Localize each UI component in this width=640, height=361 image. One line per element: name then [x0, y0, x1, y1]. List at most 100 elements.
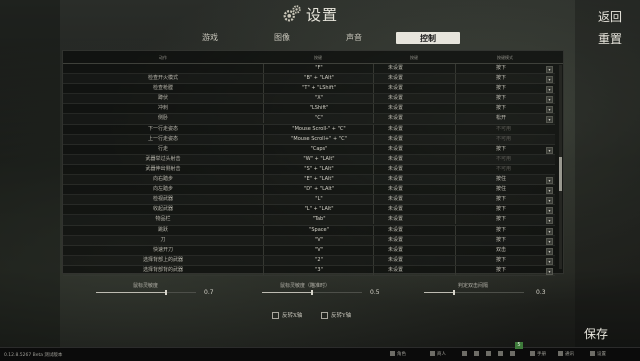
- primary-key-binding[interactable]: "C": [263, 114, 374, 124]
- primary-key-binding[interactable]: "3": [263, 265, 374, 275]
- table-row[interactable]: 检查枪膛 "T" + "LShift" 未设置 按下 ▾: [63, 84, 555, 95]
- dropdown-arrow-icon[interactable]: ▾: [546, 247, 553, 255]
- table-row[interactable]: 上一行走姿态 "Mouse Scroll+" + "C" 未设置 不可用: [63, 134, 555, 145]
- primary-key-binding[interactable]: "Tab": [263, 215, 374, 225]
- dropdown-arrow-icon[interactable]: ▾: [546, 207, 553, 215]
- table-row[interactable]: 下一行走姿态 "Mouse Scroll-" + "C" 未设置 不可用: [63, 124, 555, 135]
- key-mode-select[interactable]: 不可用: [455, 154, 555, 164]
- tab-graphics[interactable]: 图像: [252, 32, 312, 44]
- dropdown-arrow-icon[interactable]: ▾: [546, 66, 553, 73]
- secondary-key-binding[interactable]: 未设置: [373, 104, 455, 114]
- taskbar-settings[interactable]: 设置: [590, 351, 606, 358]
- slider-track[interactable]: [262, 290, 362, 295]
- table-row[interactable]: 物品栏 "Tab" 未设置 按下 ▾: [63, 215, 555, 226]
- table-row[interactable]: 武器伸出侧射击 "S" + "LAlt" 未设置 不可用: [63, 164, 555, 176]
- primary-key-binding[interactable]: "T" + "LShift": [263, 84, 374, 94]
- tab-sound[interactable]: 声音: [324, 32, 384, 44]
- secondary-key-binding[interactable]: 未设置: [373, 164, 455, 174]
- primary-key-binding[interactable]: "Caps": [263, 144, 374, 154]
- slider-track[interactable]: [96, 290, 196, 295]
- dropdown-arrow-icon[interactable]: ▾: [546, 116, 553, 124]
- secondary-key-binding[interactable]: 未设置: [373, 124, 455, 134]
- primary-key-binding[interactable]: "F": [263, 64, 374, 73]
- secondary-key-binding[interactable]: 未设置: [373, 175, 455, 185]
- key-mode-select[interactable]: 按下 ▾: [455, 104, 555, 114]
- primary-key-binding[interactable]: "L": [263, 195, 374, 205]
- taskbar-slot-5[interactable]: [486, 351, 493, 358]
- dropdown-arrow-icon[interactable]: ▾: [546, 267, 553, 275]
- dropdown-arrow-icon[interactable]: ▾: [546, 237, 553, 245]
- dropdown-arrow-icon[interactable]: ▾: [546, 146, 553, 154]
- back-button[interactable]: 返回: [598, 8, 622, 25]
- dropdown-arrow-icon[interactable]: ▾: [546, 227, 553, 235]
- taskbar-slot-4[interactable]: [474, 351, 481, 358]
- key-mode-select[interactable]: 双击 ▾: [455, 245, 555, 255]
- key-mode-select[interactable]: 按下 ▾: [455, 235, 555, 245]
- secondary-key-binding[interactable]: 未设置: [373, 74, 455, 84]
- key-mode-select[interactable]: 按下 ▾: [455, 94, 555, 104]
- invert-x-checkbox[interactable]: 反转X轴: [272, 311, 302, 321]
- key-mode-select[interactable]: 按下 ▾: [455, 255, 555, 265]
- key-mode-select[interactable]: 按下 ▾: [455, 195, 555, 205]
- primary-key-binding[interactable]: "LShift": [263, 104, 374, 114]
- table-row[interactable]: 行走 "Caps" 未设置 按下 ▾: [63, 144, 555, 155]
- double-click-interval-slider[interactable]: 判定双击间隔 0.3: [424, 282, 548, 302]
- table-row[interactable]: 蹲伏 "X" 未设置 按下 ▾: [63, 94, 555, 105]
- taskbar-messenger[interactable]: 通讯: [558, 351, 574, 358]
- secondary-key-binding[interactable]: 未设置: [373, 144, 455, 154]
- secondary-key-binding[interactable]: 未设置: [373, 215, 455, 225]
- primary-key-binding[interactable]: "V": [263, 245, 374, 255]
- primary-key-binding[interactable]: "E" + "LAlt": [263, 175, 374, 185]
- table-row[interactable]: 向右踏步 "E" + "LAlt" 未设置 按住 ▾: [63, 175, 555, 186]
- secondary-key-binding[interactable]: 未设置: [373, 265, 455, 275]
- table-row[interactable]: "F" 未设置 按下 ▾: [63, 64, 555, 75]
- secondary-key-binding[interactable]: 未设置: [373, 205, 455, 215]
- table-row[interactable]: 武器举过头射击 "W" + "LAlt" 未设置 不可用: [63, 154, 555, 165]
- table-row[interactable]: 检视武器 "L" 未设置 按下 ▾: [63, 195, 555, 206]
- mouse-sensitivity-slider[interactable]: 鼠标灵敏度 0.7: [96, 282, 220, 302]
- key-mode-select[interactable]: 不可用: [455, 124, 555, 134]
- key-mode-select[interactable]: 按下 ▾: [455, 225, 555, 235]
- table-row[interactable]: 跳跃 "Space" 未设置 按下 ▾: [63, 225, 555, 236]
- primary-key-binding[interactable]: "B" + "LAlt": [263, 74, 374, 84]
- dropdown-arrow-icon[interactable]: ▾: [546, 177, 553, 185]
- secondary-key-binding[interactable]: 未设置: [373, 245, 455, 255]
- table-row[interactable]: 侧卧 "C" 未设置 松开 ▾: [63, 114, 555, 125]
- primary-key-binding[interactable]: "Mouse Scroll+" + "C": [263, 134, 374, 144]
- secondary-key-binding[interactable]: 未设置: [373, 94, 455, 104]
- dropdown-arrow-icon[interactable]: ▾: [546, 187, 553, 195]
- primary-key-binding[interactable]: "Space": [263, 225, 374, 235]
- key-mode-select[interactable]: 按住 ▾: [455, 185, 555, 195]
- secondary-key-binding[interactable]: 未设置: [373, 154, 455, 164]
- key-mode-select[interactable]: 不可用: [455, 164, 555, 174]
- aim-sensitivity-slider[interactable]: 鼠标灵敏度（瞄准时） 0.5: [262, 282, 386, 302]
- taskbar-slot-6[interactable]: [498, 351, 505, 358]
- tab-game[interactable]: 游戏: [180, 32, 240, 44]
- secondary-key-binding[interactable]: 未设置: [373, 185, 455, 195]
- table-row[interactable]: 选择背部背的武器 "3" 未设置 按下 ▾: [63, 265, 555, 276]
- key-mode-select[interactable]: 不可用: [455, 134, 555, 144]
- key-mode-select[interactable]: 松开 ▾: [455, 114, 555, 124]
- key-mode-select[interactable]: 按下 ▾: [455, 84, 555, 94]
- dropdown-arrow-icon[interactable]: ▾: [546, 217, 553, 225]
- table-row[interactable]: 收起武器 "L" + "LAlt" 未设置 按下 ▾: [63, 205, 555, 216]
- key-mode-select[interactable]: 按下 ▾: [455, 205, 555, 215]
- table-row[interactable]: 选择背部上的武器 "2" 未设置 按下 ▾: [63, 255, 555, 266]
- dropdown-arrow-icon[interactable]: ▾: [546, 257, 553, 265]
- secondary-key-binding[interactable]: 未设置: [373, 84, 455, 94]
- taskbar-handbook[interactable]: 手册: [530, 351, 546, 358]
- taskbar-slot-7[interactable]: [510, 351, 517, 358]
- table-scrollbar[interactable]: [559, 65, 562, 269]
- dropdown-arrow-icon[interactable]: ▾: [546, 76, 553, 84]
- secondary-key-binding[interactable]: 未设置: [373, 225, 455, 235]
- key-mode-select[interactable]: 按住 ▾: [455, 175, 555, 185]
- slider-track[interactable]: [424, 290, 524, 295]
- invert-y-checkbox[interactable]: 反转Y轴: [321, 311, 351, 321]
- table-row[interactable]: 冲刺 "LShift" 未设置 按下 ▾: [63, 104, 555, 115]
- secondary-key-binding[interactable]: 未设置: [373, 114, 455, 124]
- secondary-key-binding[interactable]: 未设置: [373, 255, 455, 265]
- primary-key-binding[interactable]: "2": [263, 255, 374, 265]
- primary-key-binding[interactable]: "D" + "LAlt": [263, 185, 374, 195]
- save-button[interactable]: 保存: [584, 325, 608, 342]
- secondary-key-binding[interactable]: 未设置: [373, 64, 455, 73]
